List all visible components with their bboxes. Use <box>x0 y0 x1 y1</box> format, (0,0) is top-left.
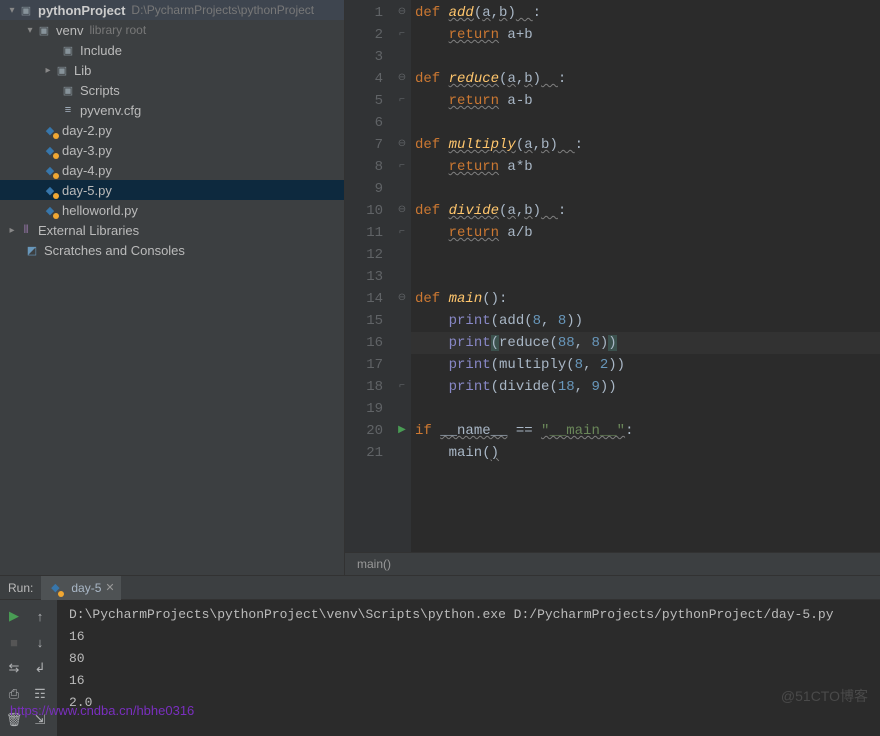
close-icon[interactable]: ✕ <box>105 581 114 594</box>
tree-venv[interactable]: ▾ ▣ venv library root <box>0 20 344 40</box>
folder-icon: ▣ <box>36 22 52 38</box>
python-file-icon: ◆ <box>42 202 58 218</box>
python-file-icon: ◆ <box>42 182 58 198</box>
project-tree[interactable]: ▾ ▣ pythonProject D:\PycharmProjects\pyt… <box>0 0 345 575</box>
layout-button[interactable]: ⇆ <box>2 656 26 680</box>
run-toolbar: ▶ ↑ ■ ↓ ⇆ ↲ ⎙ ☶ 🗑 ⇲ <box>0 600 57 736</box>
tree-scratches[interactable]: ◩ Scratches and Consoles <box>0 240 344 260</box>
tree-file[interactable]: ◆day-3.py <box>0 140 344 160</box>
export-button[interactable]: ☶ <box>28 682 52 706</box>
chevron-right-icon: ▸ <box>42 65 54 76</box>
scratch-icon: ◩ <box>24 242 40 258</box>
tree-pyvenv[interactable]: ≡ pyvenv.cfg <box>0 100 344 120</box>
run-tool-window: Run: ◆ day-5 ✕ ▶ ↑ ■ ↓ ⇆ ↲ ⎙ ☶ 🗑 ⇲ D:\Py… <box>0 575 880 720</box>
python-file-icon: ◆ <box>42 142 58 158</box>
editor-breadcrumb[interactable]: main() <box>345 552 880 575</box>
pin-button[interactable]: ⇲ <box>28 708 52 732</box>
run-tab[interactable]: ◆ day-5 ✕ <box>41 576 120 600</box>
tree-include[interactable]: ▣ Include <box>0 40 344 60</box>
editor-pane: 123456789101112131415161718192021 ⊖⌐⊖⌐⊖⌐… <box>345 0 880 575</box>
run-tab-bar: Run: ◆ day-5 ✕ <box>0 576 880 600</box>
tree-scripts[interactable]: ▣ Scripts <box>0 80 344 100</box>
folder-icon: ▣ <box>60 42 76 58</box>
code-editor[interactable]: def add(a,b) : return a+bdef reduce(a,b)… <box>411 0 880 552</box>
tree-file[interactable]: ◆day-4.py <box>0 160 344 180</box>
run-panel-label: Run: <box>0 581 41 595</box>
rerun-button[interactable]: ▶ <box>2 604 26 628</box>
line-number-gutter[interactable]: 123456789101112131415161718192021 <box>345 0 393 552</box>
python-file-icon: ◆ <box>42 162 58 178</box>
soft-wrap-button[interactable]: ↲ <box>28 656 52 680</box>
tree-project-root[interactable]: ▾ ▣ pythonProject D:\PycharmProjects\pyt… <box>0 0 344 20</box>
chevron-down-icon: ▾ <box>24 25 36 36</box>
fold-gutter[interactable]: ⊖⌐⊖⌐⊖⌐⊖⌐⊖⌐▶ <box>393 0 411 552</box>
trash-button[interactable]: 🗑 <box>2 708 26 732</box>
run-console-output[interactable]: D:\PycharmProjects\pythonProject\venv\Sc… <box>57 600 880 736</box>
config-file-icon: ≡ <box>60 102 76 118</box>
project-name: pythonProject <box>38 3 125 18</box>
folder-icon: ▣ <box>60 82 76 98</box>
project-path: D:\PycharmProjects\pythonProject <box>131 3 314 17</box>
python-file-icon: ◆ <box>42 122 58 138</box>
tree-file[interactable]: ◆day-5.py <box>0 180 344 200</box>
tree-file[interactable]: ◆day-2.py <box>0 120 344 140</box>
scroll-down-button[interactable]: ↓ <box>28 630 52 654</box>
tree-external-libs[interactable]: ▸ ⫴ External Libraries <box>0 220 344 240</box>
library-icon: ⫴ <box>18 222 34 238</box>
stop-button[interactable]: ■ <box>2 630 26 654</box>
chevron-down-icon: ▾ <box>6 5 18 16</box>
scroll-up-button[interactable]: ↑ <box>28 604 52 628</box>
chevron-right-icon: ▸ <box>6 225 18 236</box>
python-icon: ◆ <box>47 580 63 596</box>
tree-file[interactable]: ◆helloworld.py <box>0 200 344 220</box>
run-tab-label: day-5 <box>71 581 101 595</box>
folder-icon: ▣ <box>54 62 70 78</box>
tree-lib[interactable]: ▸ ▣ Lib <box>0 60 344 80</box>
folder-icon: ▣ <box>18 2 34 18</box>
print-button[interactable]: ⎙ <box>2 682 26 706</box>
